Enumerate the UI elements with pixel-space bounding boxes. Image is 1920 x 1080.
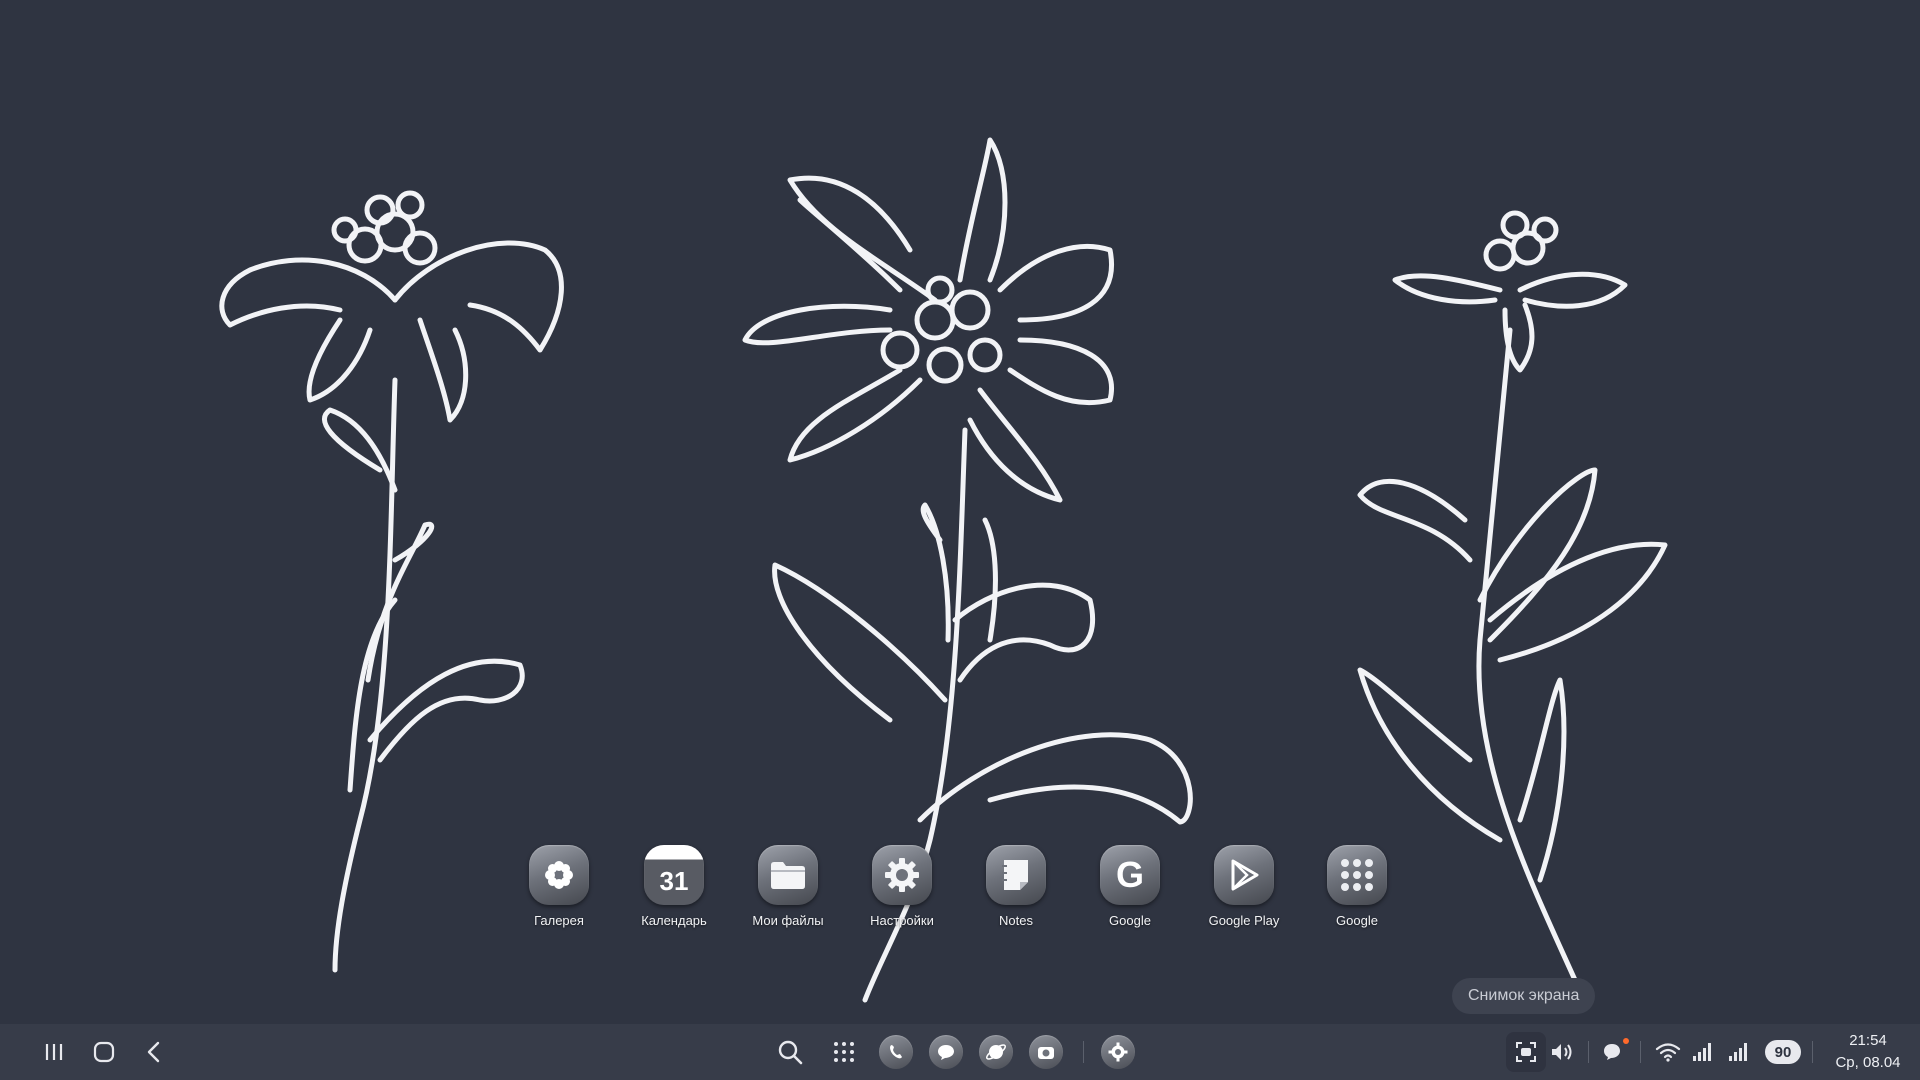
signal-icon (1729, 1043, 1747, 1061)
taskbar: 90 21:54 Ср, 08.04 (0, 1024, 1920, 1080)
taskbar-phone[interactable] (879, 1035, 913, 1069)
taskbar-camera[interactable] (1029, 1035, 1063, 1069)
calendar-day: 31 (659, 865, 689, 896)
app-my-files[interactable]: Мои файлы (733, 845, 843, 928)
volume-icon (1552, 1044, 1572, 1060)
app-label: Галерея (534, 913, 584, 928)
gear-icon (872, 845, 932, 905)
wifi-icon (1655, 1043, 1681, 1062)
app-settings[interactable]: Настройки (847, 845, 957, 928)
phone-icon (890, 1045, 902, 1059)
signal-status-1 (1683, 1032, 1723, 1072)
play-store-icon (1214, 845, 1274, 905)
calendar-icon: 31 (644, 845, 704, 905)
signal-icon (1693, 1043, 1711, 1061)
notes-icon (986, 845, 1046, 905)
wallpaper-edelweiss (219, 137, 1668, 1003)
app-grid-icon (834, 1042, 854, 1062)
notification-dot (1623, 1038, 1629, 1044)
google-icon: G (1100, 845, 1160, 905)
settings-icon (1108, 1042, 1128, 1062)
screenshot-button[interactable] (1506, 1032, 1546, 1072)
search-icon (778, 1040, 803, 1065)
screenshot-tooltip: Снимок экрана (1452, 978, 1596, 1014)
volume-button[interactable] (1542, 1032, 1582, 1072)
camera-icon (1038, 1047, 1054, 1059)
app-grid-button[interactable] (824, 1032, 864, 1072)
app-label: Настройки (870, 913, 934, 928)
taskbar-messages[interactable] (929, 1035, 963, 1069)
home-button[interactable] (84, 1032, 124, 1072)
app-label: Google (1336, 913, 1378, 928)
internet-icon (986, 1044, 1006, 1060)
flower-icon (529, 845, 589, 905)
app-calendar[interactable]: 31 Календарь (619, 845, 729, 928)
back-button[interactable] (134, 1032, 174, 1072)
app-google-play[interactable]: Google Play (1189, 845, 1299, 928)
chat-bubble-icon (1604, 1044, 1620, 1060)
battery-level: 90 (1765, 1040, 1801, 1064)
status-divider (1640, 1041, 1641, 1063)
app-label: Мои файлы (752, 913, 824, 928)
recents-button[interactable] (34, 1032, 74, 1072)
taskbar-settings[interactable] (1101, 1035, 1135, 1069)
screenshot-icon (1516, 1042, 1536, 1062)
folder-icon (758, 845, 818, 905)
clock-date: Ср, 08.04 (1835, 1054, 1901, 1071)
recents-icon (45, 1044, 63, 1060)
app-label: Google (1109, 913, 1151, 928)
clock-time: 21:54 (1849, 1032, 1887, 1049)
taskbar-internet[interactable] (979, 1035, 1013, 1069)
status-divider (1812, 1041, 1813, 1063)
app-google-folder[interactable]: Google (1302, 845, 1412, 928)
status-divider (1588, 1041, 1589, 1063)
app-folder-icon (1327, 845, 1387, 905)
back-icon (147, 1041, 160, 1063)
app-label: Календарь (641, 913, 707, 928)
app-label: Notes (999, 913, 1033, 928)
app-notes[interactable]: Notes (961, 845, 1071, 928)
search-button[interactable] (770, 1032, 810, 1072)
messages-icon (938, 1045, 954, 1060)
home-icon (93, 1041, 115, 1063)
taskbar-divider (1083, 1041, 1084, 1063)
app-gallery[interactable]: Галерея (504, 845, 614, 928)
wifi-status[interactable] (1648, 1032, 1688, 1072)
app-label: Google Play (1208, 913, 1280, 928)
app-google[interactable]: G Google (1075, 845, 1185, 928)
clock[interactable]: 21:54 Ср, 08.04 (1820, 1030, 1916, 1074)
signal-status-2 (1719, 1032, 1759, 1072)
